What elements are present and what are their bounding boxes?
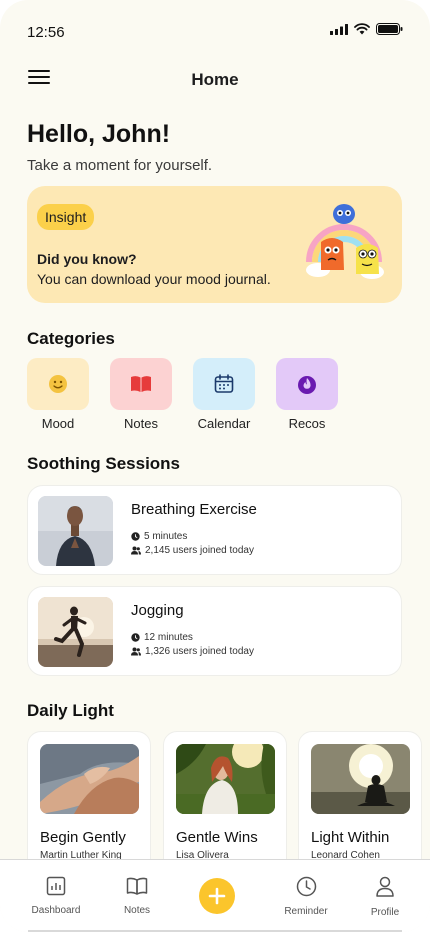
- clock-icon: [131, 633, 140, 642]
- tab-dashboard[interactable]: Dashboard: [21, 876, 91, 916]
- category-label: Calendar: [197, 416, 251, 431]
- daily-light-title-text: Gentle Wins: [176, 829, 258, 846]
- tab-profile[interactable]: Profile: [350, 876, 420, 918]
- insight-card[interactable]: Insight Did you know? You can download y…: [27, 186, 402, 303]
- greeting-subtitle: Take a moment for yourself.: [27, 157, 213, 174]
- tab-label: Dashboard: [31, 905, 81, 916]
- category-calendar[interactable]: Calendar: [193, 358, 255, 431]
- status-bar: 12:56: [0, 0, 430, 60]
- tab-reminder[interactable]: Reminder: [271, 876, 341, 917]
- calendar-icon: [214, 374, 234, 393]
- daily-light-title-text: Light Within: [311, 829, 390, 846]
- rainbow-monsters-illustration: [306, 204, 384, 279]
- category-notes[interactable]: Notes: [110, 358, 172, 431]
- page-title: Home: [191, 70, 239, 89]
- session-users-text: 2,145 users joined today: [145, 545, 254, 556]
- wifi-icon: [354, 23, 370, 35]
- flame-icon: [298, 376, 316, 394]
- daily-light-photo: [176, 744, 275, 814]
- session-users: 2,145 users joined today: [131, 545, 254, 556]
- user-icon: [376, 876, 394, 897]
- book-icon: [131, 376, 151, 392]
- category-mood[interactable]: Mood: [27, 358, 89, 431]
- tab-notes[interactable]: Notes: [102, 876, 172, 916]
- insight-tag: Insight: [37, 204, 95, 230]
- tab-label: Reminder: [284, 906, 328, 917]
- session-duration-text: 12 minutes: [144, 632, 193, 643]
- book-open-icon: [126, 877, 148, 895]
- session-users: 1,326 users joined today: [131, 646, 254, 657]
- users-icon: [131, 647, 141, 656]
- plus-icon: [208, 887, 226, 905]
- tab-label: Notes: [123, 905, 151, 916]
- session-users-text: 1,326 users joined today: [145, 646, 254, 657]
- insight-question: Did you know?: [37, 251, 137, 267]
- session-name: Breathing Exercise: [131, 501, 257, 518]
- sessions-title: Soothing Sessions: [27, 454, 181, 473]
- app-bar: Home: [0, 60, 430, 100]
- daily-light-title-text: Begin Gently: [40, 829, 126, 846]
- greeting-title: Hello, John!: [27, 120, 171, 148]
- session-card-jogging[interactable]: Jogging 12 minutes 1,326 users joined to…: [27, 586, 402, 676]
- insight-answer: You can download your mood journal.: [37, 271, 271, 287]
- add-button[interactable]: [199, 878, 235, 914]
- smile-icon: [49, 375, 67, 393]
- session-photo: [38, 496, 113, 566]
- clock-icon: [296, 876, 316, 897]
- tab-label: Profile: [370, 907, 400, 918]
- daily-light-photo: [40, 744, 139, 814]
- bottom-tab-bar: Dashboard Notes Reminder Profile: [0, 859, 430, 932]
- app-screen: 12:56 Home Hello, John! Take a moment fo…: [0, 0, 430, 932]
- category-label: Mood: [41, 416, 75, 431]
- session-card-breathing[interactable]: Breathing Exercise 5 minutes 2,145 users…: [27, 485, 402, 575]
- session-duration: 5 minutes: [131, 531, 187, 542]
- session-name: Jogging: [131, 602, 184, 619]
- session-photo: [38, 597, 113, 667]
- categories-title: Categories: [27, 329, 115, 348]
- users-icon: [131, 546, 141, 555]
- battery-icon: [376, 23, 403, 35]
- status-time: 12:56: [27, 24, 65, 41]
- signal-icon: [330, 23, 348, 35]
- clock-icon: [131, 532, 140, 541]
- session-duration-text: 5 minutes: [144, 531, 188, 542]
- session-duration: 12 minutes: [131, 632, 193, 643]
- status-icons: [330, 23, 403, 35]
- category-recos[interactable]: Recos: [276, 358, 338, 431]
- category-label: Recos: [288, 416, 326, 431]
- category-label: Notes: [124, 416, 158, 431]
- daily-light-title: Daily Light: [27, 701, 114, 720]
- chart-icon: [46, 876, 66, 896]
- daily-light-photo: [311, 744, 410, 814]
